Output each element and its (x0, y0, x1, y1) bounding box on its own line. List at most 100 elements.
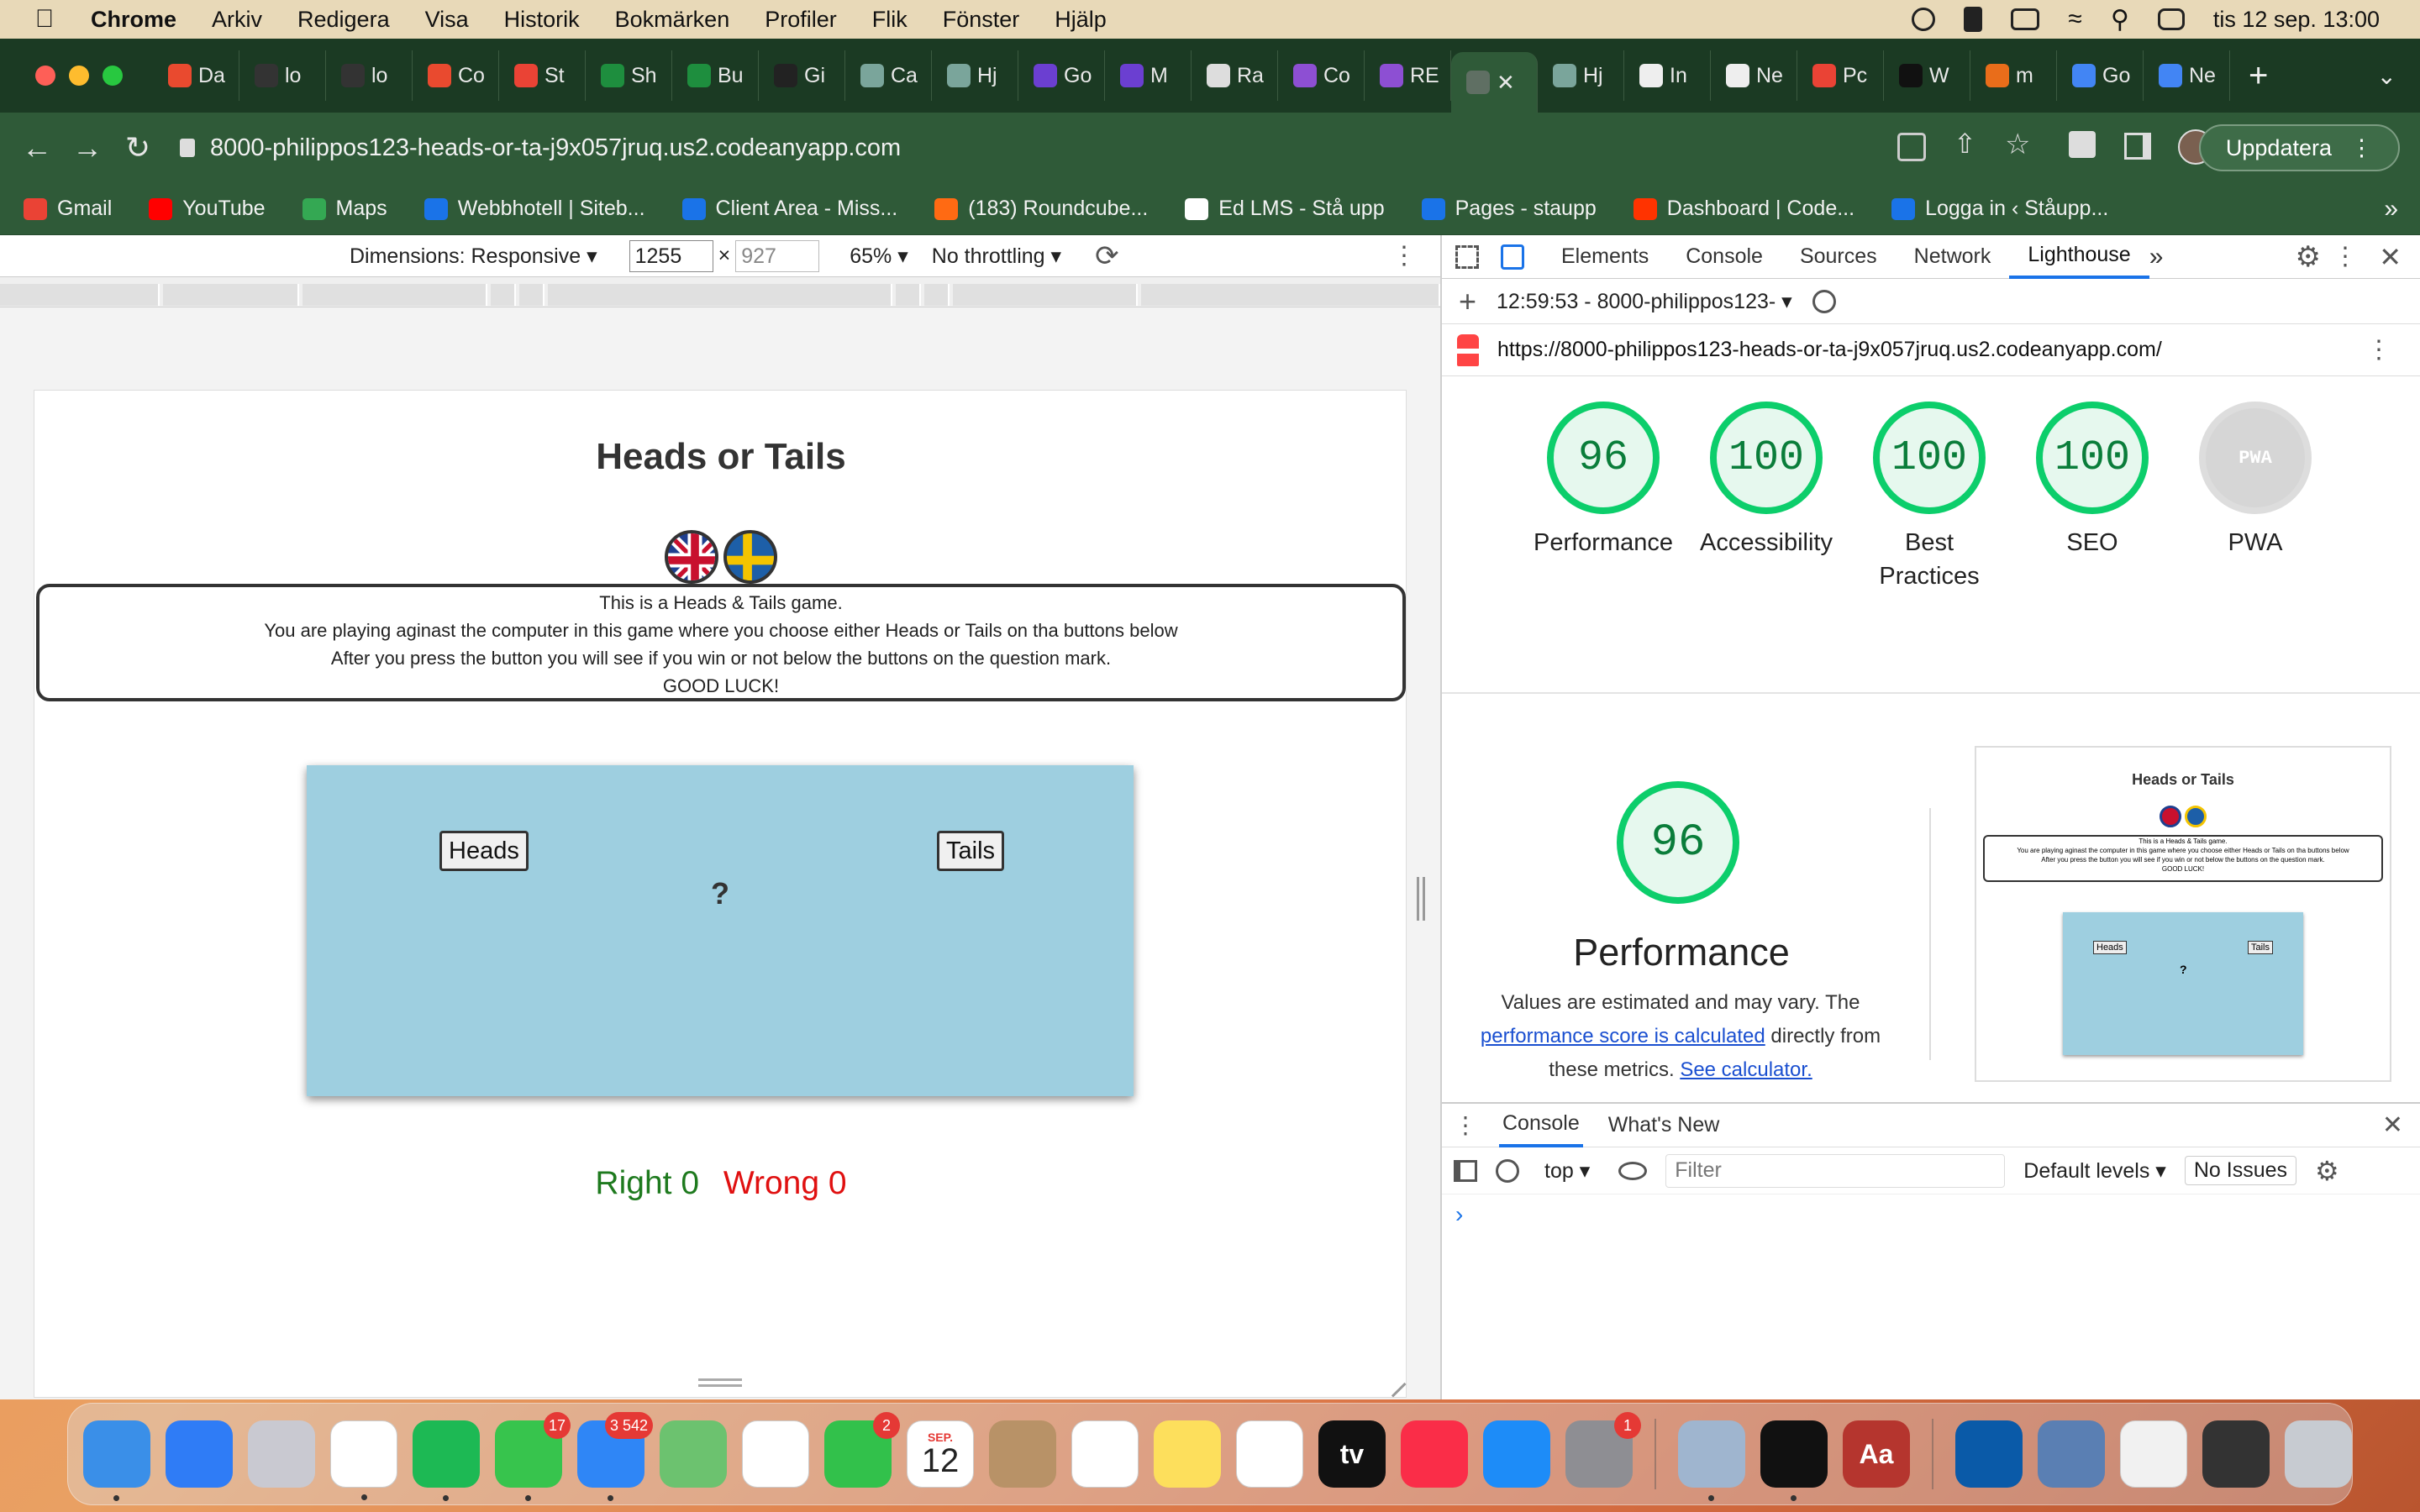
heads-button[interactable]: Heads (439, 831, 529, 871)
more-tabs-icon[interactable]: » (2149, 243, 2164, 271)
translate-icon[interactable] (1897, 133, 1926, 161)
report-menu-icon[interactable]: ⋮ (2366, 335, 2391, 365)
tab-console[interactable]: Console (1667, 235, 1781, 279)
console-settings-icon[interactable]: ⚙ (2315, 1155, 2339, 1187)
bookmark-logga-in-st-upp[interactable]: Logga in ‹ Ståupp... (1891, 197, 2108, 221)
close-window-button[interactable] (35, 66, 55, 86)
media-query-bar[interactable] (0, 277, 1440, 307)
doc3-app-icon[interactable] (2202, 1420, 2270, 1488)
console-filter-input[interactable]: Filter (1665, 1153, 2006, 1188)
control-center-icon[interactable] (2157, 8, 2185, 30)
drawer-tab-console[interactable]: Console (1499, 1104, 1583, 1147)
doc1-app-icon[interactable] (2038, 1420, 2105, 1488)
height-input[interactable]: 927 (735, 239, 820, 272)
browser-tab[interactable]: Go (1018, 50, 1105, 101)
context-select[interactable]: top ▾ (1544, 1158, 1590, 1184)
photos-app-icon[interactable] (742, 1420, 809, 1488)
bookmark-youtube[interactable]: YouTube (149, 197, 266, 221)
close-devtools-icon[interactable]: ✕ (2379, 241, 2402, 273)
spotify-app-icon[interactable] (413, 1420, 480, 1501)
terminal-app-icon[interactable] (1760, 1420, 1828, 1501)
menu-profiler[interactable]: Profiler (765, 7, 837, 33)
tails-button[interactable]: Tails (937, 831, 1005, 871)
browser-tab[interactable]: Go (2057, 50, 2144, 101)
menu-fonster[interactable]: Fönster (943, 7, 1020, 33)
menubar-clock[interactable]: tis 12 sep. 13:00 (2213, 7, 2380, 33)
browser-tab[interactable]: ✕ (1451, 52, 1538, 113)
share-icon[interactable]: ⇧ (1954, 128, 1976, 160)
lock-icon[interactable] (180, 139, 195, 157)
menu-visa[interactable]: Visa (425, 7, 469, 33)
calendar-app-icon[interactable]: SEP. 12 (907, 1420, 974, 1488)
doc2-app-icon[interactable] (2120, 1420, 2187, 1488)
browser-tab[interactable]: m (1970, 50, 2057, 101)
browser-tab[interactable]: Co (1278, 50, 1365, 101)
browser-tab[interactable]: Gi (759, 50, 845, 101)
bookmark-maps[interactable]: Maps (302, 197, 387, 221)
menu-historik[interactable]: Historik (504, 7, 580, 33)
preview-app-icon[interactable] (1678, 1420, 1745, 1501)
width-input[interactable]: 1255 (629, 239, 713, 272)
messages-app-icon[interactable]: 17 (495, 1412, 571, 1501)
address-bar[interactable]: 8000-philippos123-heads-or-ta-j9x057jruq… (180, 134, 1860, 162)
gauge-performance[interactable]: 96 Performance (1519, 402, 1687, 559)
device-toolbar-menu-icon[interactable]: ⋮ (1392, 241, 1417, 270)
gauge-seo[interactable]: 100 SEO (2008, 402, 2176, 559)
tab-sources[interactable]: Sources (1781, 235, 1896, 279)
report-url[interactable]: https://8000-philippos123-heads-or-ta-j9… (1497, 338, 2162, 362)
reminders-app-icon[interactable] (1071, 1420, 1139, 1488)
safari-app-icon[interactable] (166, 1420, 233, 1488)
browser-tab[interactable]: W (1884, 50, 1970, 101)
live-expression-eye-icon[interactable] (1618, 1161, 1648, 1180)
dimensions-select[interactable]: Dimensions: Responsive ▾ (350, 244, 597, 269)
browser-tab[interactable]: Da (153, 50, 239, 101)
browser-tab[interactable]: In (1624, 50, 1711, 101)
forward-icon[interactable]: → (62, 130, 113, 165)
browser-tab[interactable]: Hj (932, 50, 1018, 101)
facetime-app-icon[interactable]: 2 (824, 1412, 900, 1488)
browser-tab[interactable]: Pc (1797, 50, 1884, 101)
finder-app-icon[interactable] (83, 1420, 150, 1501)
notes-app-icon[interactable] (1154, 1420, 1221, 1488)
play-icon[interactable] (1912, 8, 1936, 31)
tab-lighthouse[interactable]: Lighthouse (2009, 235, 2149, 279)
menu-bokmarken[interactable]: Bokmärken (615, 7, 730, 33)
bookmark-star-icon[interactable]: ☆ (2005, 128, 2030, 161)
menu-flik[interactable]: Flik (872, 7, 908, 33)
issues-button[interactable]: No Issues (2184, 1156, 2297, 1185)
new-tab-button[interactable]: + (2249, 57, 2268, 95)
minimize-window-button[interactable] (69, 66, 89, 86)
close-tab-icon[interactable]: ✕ (1497, 70, 1515, 96)
throttling-select[interactable]: No throttling ▾ (932, 244, 1061, 269)
freeform-app-icon[interactable] (1236, 1420, 1303, 1488)
update-button[interactable]: Uppdatera ⋮ (2198, 124, 2400, 171)
menu-redigera[interactable]: Redigera (297, 7, 390, 33)
maps-app-icon[interactable] (660, 1420, 727, 1488)
bookmark-webbhotell-siteb[interactable]: Webbhotell | Siteb... (424, 197, 645, 221)
browser-tab[interactable]: Ne (1711, 50, 1797, 101)
bookmarks-overflow-icon[interactable]: » (2384, 195, 2398, 223)
battery-icon[interactable] (2011, 8, 2040, 30)
sweden-flag-icon[interactable] (723, 530, 777, 584)
inspect-icon[interactable] (1455, 244, 1479, 269)
sidepanel-icon[interactable] (2124, 133, 2151, 160)
bookmark-gmail[interactable]: Gmail (24, 197, 112, 221)
wifi-icon[interactable]: ≈ (2068, 5, 2081, 34)
drawer-menu-icon[interactable]: ⋮ (1454, 1111, 1477, 1139)
resize-handle-corner[interactable] (1380, 1371, 1407, 1398)
browser-tab[interactable]: St (499, 50, 586, 101)
address-url[interactable]: 8000-philippos123-heads-or-ta-j9x057jruq… (210, 134, 901, 162)
dictionary-app-icon[interactable]: Aa (1843, 1420, 1910, 1488)
score-calculated-link[interactable]: performance score is calculated (1481, 1025, 1765, 1047)
browser-tab[interactable]: lo (239, 50, 326, 101)
sidebar-toggle-icon[interactable] (1454, 1159, 1477, 1182)
page-screenshot-thumbnail[interactable]: Heads or Tails This is a Heads & Tails g… (1975, 746, 2391, 1082)
console-prompt-icon[interactable]: › (1455, 1201, 2420, 1228)
clear-console-icon[interactable] (1496, 1158, 1519, 1183)
gauge-best-practices[interactable]: 100 Best Practices (1845, 402, 2013, 593)
browser-tab[interactable]: M (1105, 50, 1192, 101)
browser-tab[interactable]: Ne (2144, 50, 2230, 101)
folder-app-icon[interactable] (1955, 1420, 2023, 1488)
apple-menu-icon[interactable]:  (24, 5, 66, 34)
bookmark-183-roundcube[interactable]: (183) Roundcube... (934, 197, 1148, 221)
